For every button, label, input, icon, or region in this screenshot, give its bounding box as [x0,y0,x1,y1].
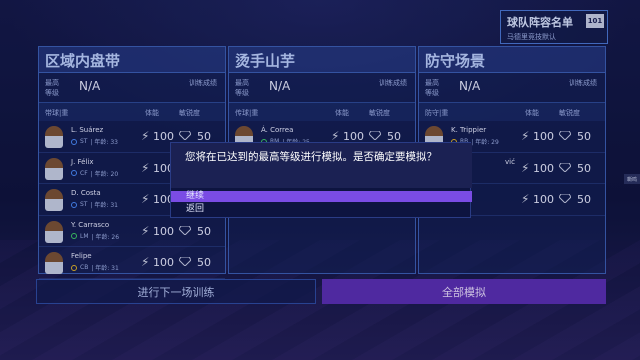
continue-option[interactable]: 继续 [171,191,472,202]
back-option[interactable]: 返回 [171,204,472,215]
dialog-message: 您将在已达到的最高等级进行模拟。是否确定要模拟？ [171,143,472,188]
simulate-confirm-dialog: 您将在已达到的最高等级进行模拟。是否确定要模拟？ 继续 返回 [170,142,472,218]
